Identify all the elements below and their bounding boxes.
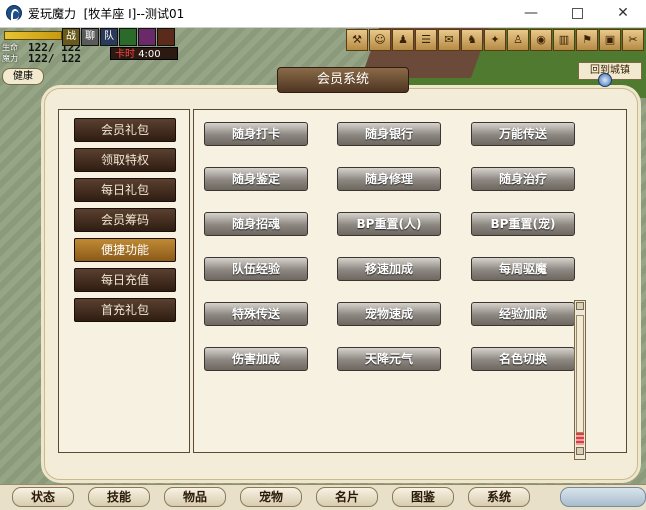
health-badge[interactable]: 健康 — [2, 68, 44, 85]
team-icon[interactable]: 队 — [100, 28, 118, 46]
card-time-display: 卡时 4:00 — [110, 47, 178, 60]
menu-convenience[interactable]: 便捷功能 — [74, 238, 176, 262]
app-icon — [6, 5, 22, 21]
scroll-thumb[interactable] — [576, 315, 584, 433]
feature-button[interactable]: 移速加成 — [337, 257, 441, 281]
chat-icon[interactable]: 聊 — [81, 28, 99, 46]
pet-icon[interactable]: ♞ — [461, 29, 483, 51]
menu-daily-recharge[interactable]: 每日充值 — [74, 268, 176, 292]
experience-bar — [4, 31, 62, 40]
gate-icon[interactable]: ▥ — [553, 29, 575, 51]
dialog-close-icon[interactable] — [598, 73, 612, 87]
eye-icon[interactable]: ◉ — [530, 29, 552, 51]
close-button[interactable]: ✕ — [600, 0, 646, 27]
menu-member-gift[interactable]: 会员礼包 — [74, 118, 176, 142]
hp-label: 生命 — [2, 43, 18, 52]
menu-claim-privilege[interactable]: 领取特权 — [74, 148, 176, 172]
mp-label: 魔力 — [2, 54, 18, 63]
window-titlebar: 爱玩魔力 [牧羊座 I]--测试01 — ✕ — [0, 0, 646, 28]
feature-button[interactable]: 随身招魂 — [204, 212, 308, 236]
feature-button[interactable]: 随身治疗 — [471, 167, 575, 191]
flag-icon[interactable]: ⚑ — [576, 29, 598, 51]
menu-first-recharge[interactable]: 首充礼包 — [74, 298, 176, 322]
status-icon-5[interactable] — [138, 28, 156, 46]
nav-card[interactable]: 名片 — [316, 487, 378, 507]
feature-button[interactable]: 特殊传送 — [204, 302, 308, 326]
top-toolbar: ⚒ ☺ ♟ ☰ ✉ ♞ ✦ ♙ ◉ ▥ ⚑ ▣ ✂ — [346, 29, 644, 51]
list-icon[interactable]: ☰ — [415, 29, 437, 51]
feature-button[interactable]: BP重置(人) — [337, 212, 441, 236]
feature-button[interactable]: 队伍经验 — [204, 257, 308, 281]
feature-button[interactable]: 随身银行 — [337, 122, 441, 146]
feature-button[interactable]: 随身打卡 — [204, 122, 308, 146]
nav-items[interactable]: 物品 — [164, 487, 226, 507]
status-hud: 生命 魔力 122/ 122 122/ 122 战 聊 队 卡时 4:00 健康 — [2, 28, 182, 88]
card-time-label: 卡时 — [115, 49, 135, 60]
status-icon-row: 战 聊 队 — [62, 28, 175, 46]
status-icon-4[interactable] — [119, 28, 137, 46]
feature-button[interactable]: 伤害加成 — [204, 347, 308, 371]
nav-codex[interactable]: 图鉴 — [392, 487, 454, 507]
member-menu-panel: 会员礼包 领取特权 每日礼包 会员筹码 便捷功能 每日充值 首充礼包 — [58, 109, 190, 453]
member-system-dialog: 会员系统 会员礼包 领取特权 每日礼包 会员筹码 便捷功能 每日充值 首充礼包 … — [44, 67, 638, 480]
nav-status[interactable]: 状态 — [12, 487, 74, 507]
scroll-marker — [576, 433, 584, 445]
mp-value: 122/ 122 — [28, 52, 81, 65]
feature-button[interactable]: 随身修理 — [337, 167, 441, 191]
scroll-down-arrow[interactable] — [576, 447, 584, 455]
feature-button[interactable]: 宠物速成 — [337, 302, 441, 326]
hammer-icon[interactable]: ⚒ — [346, 29, 368, 51]
group-icon[interactable]: ♟ — [392, 29, 414, 51]
nav-pets[interactable]: 宠物 — [240, 487, 302, 507]
nav-skills[interactable]: 技能 — [88, 487, 150, 507]
menu-daily-gift[interactable]: 每日礼包 — [74, 178, 176, 202]
person-icon[interactable]: ☺ — [369, 29, 391, 51]
tools-icon[interactable]: ✂ — [622, 29, 644, 51]
maximize-button[interactable] — [554, 0, 600, 27]
maximize-icon — [571, 7, 583, 19]
feature-panel: 随身打卡 随身银行 万能传送 随身鉴定 随身修理 随身治疗 随身招魂 BP重置(… — [193, 109, 627, 453]
nav-system[interactable]: 系统 — [468, 487, 530, 507]
map-icon[interactable]: ✉ — [438, 29, 460, 51]
battle-icon[interactable]: 战 — [62, 28, 80, 46]
menu-member-chips[interactable]: 会员筹码 — [74, 208, 176, 232]
person-run-icon[interactable]: ♙ — [507, 29, 529, 51]
feature-button[interactable]: 经验加成 — [471, 302, 575, 326]
window-title: 爱玩魔力 [牧羊座 I]--测试01 — [28, 7, 185, 21]
status-icon-6[interactable] — [157, 28, 175, 46]
feature-button[interactable]: 万能传送 — [471, 122, 575, 146]
skill-icon[interactable]: ✦ — [484, 29, 506, 51]
bag-icon[interactable]: ▣ — [599, 29, 621, 51]
dialog-title: 会员系统 — [277, 67, 409, 93]
feature-button[interactable]: 名色切换 — [471, 347, 575, 371]
feature-button[interactable]: BP重置(宠) — [471, 212, 575, 236]
card-time-value: 4:00 — [138, 49, 161, 60]
chat-scrollbar[interactable] — [574, 300, 586, 460]
feature-button[interactable]: 随身鉴定 — [204, 167, 308, 191]
scroll-up-arrow[interactable] — [576, 302, 584, 310]
nav-end-cap — [560, 487, 646, 507]
feature-button[interactable]: 每周驱魔 — [471, 257, 575, 281]
feature-button[interactable]: 天降元气 — [337, 347, 441, 371]
minimize-button[interactable]: — — [508, 0, 554, 27]
